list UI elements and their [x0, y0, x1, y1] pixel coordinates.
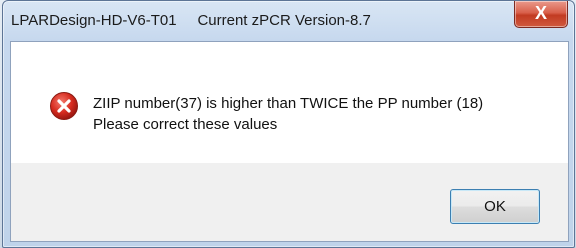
message-dialog: LPARDesign-HD-V6-T01 Current zPCR Versio…	[2, 0, 575, 248]
button-bar: OK	[11, 163, 568, 241]
error-message: ZIIP number(37) is higher than TWICE the…	[93, 93, 483, 135]
window-title: LPARDesign-HD-V6-T01 Current zPCR Versio…	[11, 12, 371, 29]
error-icon	[49, 91, 79, 121]
message-line-1: ZIIP number(37) is higher than TWICE the…	[93, 95, 484, 112]
message-area: ZIIP number(37) is higher than TWICE the…	[11, 42, 568, 163]
ok-button[interactable]: OK	[450, 189, 540, 224]
dialog-client-area: ZIIP number(37) is higher than TWICE the…	[10, 41, 569, 242]
title-bar[interactable]: LPARDesign-HD-V6-T01 Current zPCR Versio…	[3, 1, 574, 41]
message-line-2: Please correct these values	[93, 116, 278, 133]
close-button[interactable]: X	[514, 1, 568, 28]
close-icon: X	[534, 3, 547, 23]
